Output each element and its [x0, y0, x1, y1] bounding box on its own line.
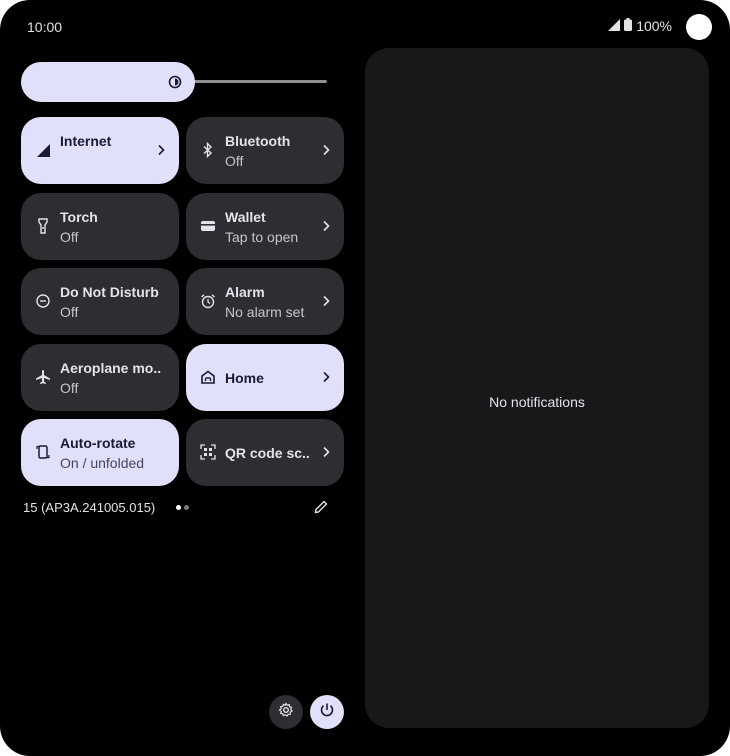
status-icons: 100% [608, 18, 672, 34]
chevron-right-icon [320, 445, 332, 459]
tile-aeroplane-mode[interactable]: Aeroplane mo.. Off [21, 344, 179, 411]
tile-subtitle: Tap to open [225, 229, 299, 245]
tile-title: Bluetooth [225, 133, 291, 149]
torch-icon [35, 218, 51, 234]
settings-button[interactable] [269, 695, 303, 729]
battery-percentage: 100% [636, 18, 672, 34]
chevron-right-icon [320, 143, 332, 157]
tile-title: Alarm [225, 284, 265, 300]
camera-cutout [686, 14, 712, 40]
tile-subtitle: Off [225, 153, 244, 169]
wallet-icon [200, 218, 216, 234]
tile-subtitle: On / unfolded [60, 455, 145, 471]
bluetooth-icon [200, 142, 216, 158]
status-time: 10:00 [27, 19, 63, 35]
tile-internet[interactable]: Internet [21, 117, 179, 184]
do-not-disturb-icon [35, 293, 51, 309]
tile-title: Aeroplane mo.. [60, 360, 162, 376]
tile-qr-code-scanner[interactable]: QR code sc.. [186, 419, 344, 486]
power-icon [319, 702, 335, 723]
tile-subtitle: Off [60, 229, 79, 245]
build-number[interactable]: 15 (AP3A.241005.015) [23, 500, 155, 515]
page-dot-active [176, 505, 181, 510]
power-button[interactable] [310, 695, 344, 729]
airplane-icon [35, 369, 51, 385]
battery-icon [624, 18, 633, 34]
tile-wallet[interactable]: Wallet Tap to open [186, 193, 344, 260]
tile-home[interactable]: Home [186, 344, 344, 411]
page-dot [184, 505, 189, 510]
tile-title: Internet [60, 133, 112, 149]
signal-strength-icon [608, 18, 621, 34]
device-screen: 10:00 100% Internet Bluetooth Off Torch … [0, 0, 730, 756]
tile-title: QR code sc.. [225, 445, 310, 461]
brightness-track[interactable] [191, 80, 327, 83]
tile-subtitle: Off [60, 380, 79, 396]
tile-auto-rotate[interactable]: Auto-rotate On / unfolded [21, 419, 179, 486]
brightness-icon [167, 74, 183, 90]
auto-rotate-icon [35, 444, 51, 460]
chevron-right-icon [155, 143, 167, 157]
tile-title: Auto-rotate [60, 435, 136, 451]
edit-pencil-icon[interactable] [313, 499, 329, 515]
brightness-slider[interactable] [21, 62, 327, 102]
tile-alarm[interactable]: Alarm No alarm set [186, 268, 344, 335]
gear-icon [278, 701, 294, 723]
chevron-right-icon [320, 219, 332, 233]
tile-title: Home [225, 370, 264, 386]
tile-torch[interactable]: Torch Off [21, 193, 179, 260]
chevron-right-icon [320, 370, 332, 384]
tile-do-not-disturb[interactable]: Do Not Disturb Off [21, 268, 179, 335]
chevron-right-icon [320, 294, 332, 308]
page-indicator [176, 505, 189, 510]
signal-icon [35, 142, 51, 158]
qr-code-icon [200, 444, 216, 460]
tile-bluetooth[interactable]: Bluetooth Off [186, 117, 344, 184]
tile-title: Torch [60, 209, 98, 225]
tile-title: Wallet [225, 209, 266, 225]
no-notifications-text: No notifications [489, 394, 585, 410]
home-icon [200, 369, 216, 385]
notification-panel: No notifications [365, 48, 709, 728]
tile-title: Do Not Disturb [60, 284, 159, 300]
tile-subtitle: No alarm set [225, 304, 305, 320]
tile-subtitle: Off [60, 304, 79, 320]
alarm-icon [200, 293, 216, 309]
